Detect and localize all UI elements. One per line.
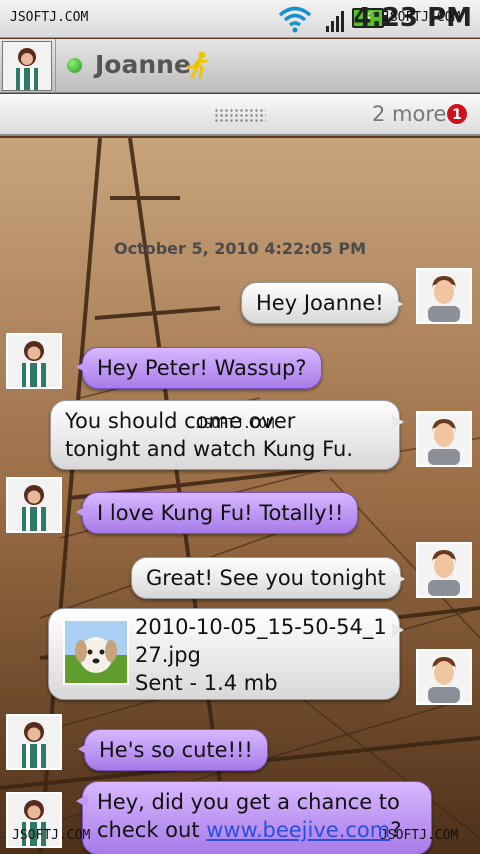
watermark-text: JSOFTJ.COM — [382, 10, 461, 25]
message-bubble-sent[interactable]: You should come over tonight and watch K… — [50, 400, 404, 470]
message-bubble-sent[interactable]: Hey Joanne! — [241, 282, 403, 324]
file-name: 27.jpg — [135, 643, 201, 667]
contact-header[interactable]: Joanne — [0, 39, 480, 93]
contact-avatar[interactable] — [6, 477, 62, 533]
watermark-text: JSOFTJ.COM — [10, 10, 89, 25]
drag-handle-icon[interactable] — [214, 108, 266, 122]
message-text: Hey, did you get a chance to — [97, 790, 400, 814]
message-bubble-received[interactable]: He's so cute!!! — [78, 729, 268, 771]
contact-avatar[interactable] — [2, 41, 52, 91]
online-status-icon — [67, 58, 82, 73]
message-text-line: check out www.beejive.com? — [97, 816, 417, 844]
message-timestamp: October 5, 2010 4:22:05 PM — [113, 239, 367, 258]
message-text: tonight and watch Kung Fu. — [65, 437, 354, 461]
message-bubble-received[interactable]: Hey, did you get a chance to check out w… — [76, 781, 432, 854]
contact-avatar[interactable] — [6, 714, 62, 770]
watermark-text: JSOFTJ.COM — [380, 828, 459, 843]
divider — [55, 39, 56, 93]
aim-running-man-icon — [184, 51, 212, 86]
message-bubble-sent[interactable]: Great! See you tonight — [131, 557, 405, 599]
message-text: He's so cute!!! — [99, 738, 253, 762]
status-bar: JSOFTJ.COM ⚡ JSOFTJ.COM 4:23 PM — [0, 0, 480, 38]
image-thumbnail[interactable] — [63, 619, 129, 685]
unread-badge[interactable]: 1 — [446, 103, 468, 125]
message-bubble-received[interactable]: I love Kung Fu! Totally!! — [75, 492, 359, 534]
more-chats-label[interactable]: 2 more — [372, 102, 446, 126]
conversation-view[interactable]: October 5, 2010 4:22:05 PM Hey Joanne! H… — [0, 138, 480, 854]
my-avatar[interactable] — [416, 542, 472, 598]
message-text: Hey Peter! Wassup? — [97, 356, 307, 380]
message-text: Great! See you tonight — [146, 566, 386, 590]
signal-strength-icon — [326, 10, 346, 36]
watermark-text: JSOFTJ.COM — [12, 828, 91, 843]
watermark-text: JSOFTJ.COM — [196, 417, 275, 432]
file-name: 2010-10-05_15-50-54_1 — [135, 615, 387, 639]
wifi-icon — [278, 4, 312, 38]
my-avatar[interactable] — [416, 649, 472, 705]
message-bubble-received[interactable]: Hey Peter! Wassup? — [76, 347, 322, 389]
web-link[interactable]: www.beejive.com — [206, 818, 390, 842]
message-text: Hey Joanne! — [256, 291, 384, 315]
file-transfer-bubble[interactable]: 2010-10-05_15-50-54_1 27.jpg Sent - 1.4 … — [48, 608, 404, 700]
file-status: Sent - 1.4 mb — [135, 671, 278, 695]
contact-name: Joanne — [95, 50, 191, 79]
my-avatar[interactable] — [416, 411, 472, 467]
my-avatar[interactable] — [416, 268, 472, 324]
message-text: I love Kung Fu! Totally!! — [97, 501, 344, 525]
contact-avatar[interactable] — [6, 333, 62, 389]
message-text: check out — [97, 818, 207, 842]
chat-tab-bar[interactable]: 2 more 1 — [0, 94, 480, 136]
